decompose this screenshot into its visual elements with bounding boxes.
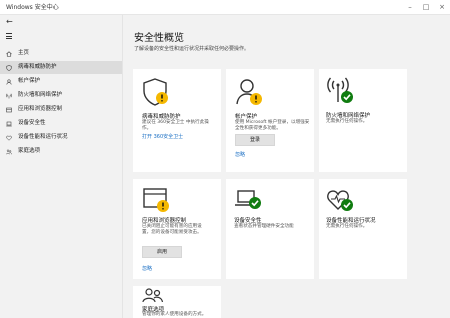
page-subtitle: 了解设备的安全性和运行状况并采取任何必要操作。 xyxy=(134,46,250,52)
antenna-ok-icon xyxy=(327,77,353,103)
title-bar: Windows 安全中心 – □ × xyxy=(0,0,450,15)
card-title: 应用和浏览器控制 xyxy=(142,218,187,224)
sidebar-item-label: 防火墙和网络保护 xyxy=(18,92,63,98)
home-icon xyxy=(6,50,12,57)
card-family-options[interactable]: 家庭选项 管理你的家人使用设备的方式。 xyxy=(133,286,221,318)
card-description: 管理你的家人使用设备的方式。 xyxy=(142,312,207,317)
card-virus-protection[interactable]: 病毒和威胁防护 建议在 360安全卫士 中执行此操 作。 打开 360安全卫士 xyxy=(133,69,221,172)
card-device-security[interactable]: 设备安全性 查看状态并管理硬件安全功能 xyxy=(226,179,314,279)
dismiss-link[interactable]: 忽略 xyxy=(235,151,245,158)
sign-in-button[interactable]: 登录 xyxy=(235,134,275,146)
family-icon xyxy=(142,288,164,302)
sidebar: ← 主页 病毒和威胁防护 帐户保护 防火墙和网络保护 应用和浏览器控制 设备安全… xyxy=(0,15,123,318)
person-warning-icon xyxy=(236,79,262,105)
sidebar-item-firewall[interactable]: 防火墙和网络保护 xyxy=(0,89,122,102)
window-title: Windows 安全中心 xyxy=(6,4,59,11)
sidebar-item-device-performance[interactable]: 设备性能和运行状况 xyxy=(0,131,122,144)
sidebar-item-family-options[interactable]: 家庭选项 xyxy=(0,145,122,158)
sidebar-item-device-security[interactable]: 设备安全性 xyxy=(0,117,122,130)
laptop-icon xyxy=(6,121,12,126)
shield-icon xyxy=(6,64,12,71)
card-description: 全性和获得更多功能。 xyxy=(235,126,281,131)
sidebar-item-label: 帐户保护 xyxy=(18,78,41,84)
card-title: 设备安全性 xyxy=(234,218,262,224)
sidebar-item-home[interactable]: 主页 xyxy=(0,47,122,60)
antenna-icon xyxy=(6,93,12,98)
back-arrow-icon[interactable]: ← xyxy=(6,17,13,26)
card-title: 帐户保护 xyxy=(235,114,258,120)
card-account-protection[interactable]: 帐户保护 使用 Microsoft 帐户登录，以增强安 全性和获得更多功能。 登… xyxy=(226,69,314,172)
sidebar-item-label: 设备性能和运行状况 xyxy=(18,134,68,140)
enable-button[interactable]: 启用 xyxy=(142,246,182,258)
laptop-ok-icon xyxy=(235,190,261,209)
card-title: 病毒和威胁防护 xyxy=(142,114,181,120)
dismiss-link[interactable]: 忽略 xyxy=(142,265,152,272)
maximize-icon[interactable]: □ xyxy=(418,0,434,14)
card-device-performance[interactable]: 设备性能和运行状况 无需执行任何操作。 xyxy=(319,179,407,279)
card-description: 置，您的设备可能易受攻击。 xyxy=(142,230,202,235)
shield-warning-icon xyxy=(143,78,168,106)
card-description: 无需执行任何操作。 xyxy=(326,224,368,229)
browser-window-icon xyxy=(6,107,12,112)
heart-icon xyxy=(6,135,12,141)
hamburger-menu-icon[interactable] xyxy=(6,33,12,39)
minimize-icon[interactable]: – xyxy=(402,0,418,14)
sidebar-item-label: 病毒和威胁防护 xyxy=(18,64,57,70)
open-360-link[interactable]: 打开 360安全卫士 xyxy=(142,133,183,140)
card-title: 设备性能和运行状况 xyxy=(326,218,376,224)
sidebar-item-account-protection[interactable]: 帐户保护 xyxy=(0,75,122,88)
browser-warning-icon xyxy=(143,188,169,212)
sidebar-item-label: 主页 xyxy=(18,50,30,56)
card-app-browser-control[interactable]: 应用和浏览器控制 已关闭阻止可能有害的应用设 置，您的设备可能易受攻击。 启用 … xyxy=(133,179,221,279)
card-description: 建议在 360安全卫士 中执行此操 xyxy=(142,120,209,125)
page-title: 安全性概览 xyxy=(134,33,184,44)
sidebar-item-app-browser-control[interactable]: 应用和浏览器控制 xyxy=(0,103,122,116)
card-description: 无需执行任何操作。 xyxy=(326,119,368,124)
card-description: 查看状态并管理硬件安全功能 xyxy=(234,224,294,229)
sidebar-item-label: 设备安全性 xyxy=(18,120,46,126)
sidebar-item-label: 家庭选项 xyxy=(18,148,41,154)
heart-ok-icon xyxy=(327,190,353,211)
main-content: 安全性概览 了解设备的安全性和运行状况并采取任何必要操作。 病毒和威胁防护 建议… xyxy=(123,15,450,318)
person-icon xyxy=(6,78,12,85)
close-icon[interactable]: × xyxy=(434,0,450,14)
card-title: 防火墙和网络保护 xyxy=(326,113,371,119)
sidebar-item-label: 应用和浏览器控制 xyxy=(18,106,63,112)
sidebar-item-virus-protection[interactable]: 病毒和威胁防护 xyxy=(0,61,122,74)
card-description: 作。 xyxy=(142,126,152,131)
card-firewall[interactable]: 防火墙和网络保护 无需执行任何操作。 xyxy=(319,69,407,172)
family-icon xyxy=(6,149,12,154)
